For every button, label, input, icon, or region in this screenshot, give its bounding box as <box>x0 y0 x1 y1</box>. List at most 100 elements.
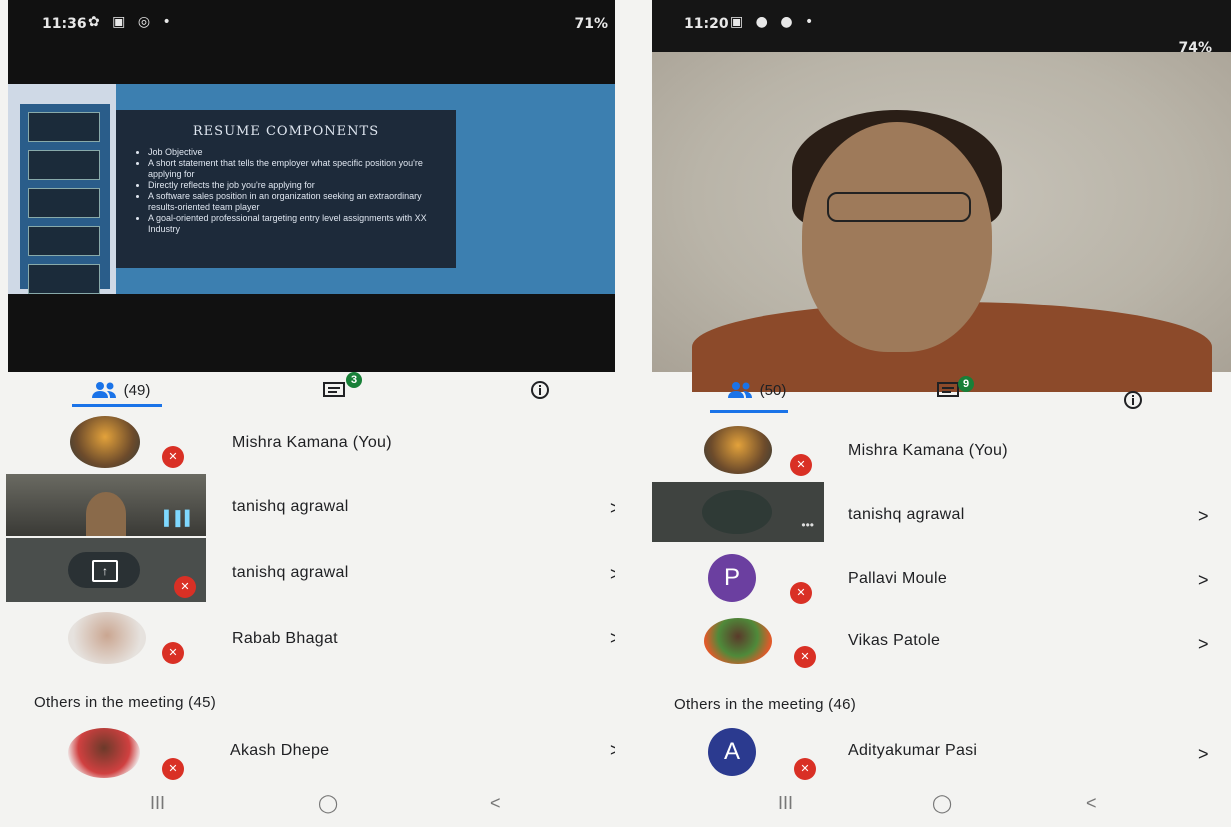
participant-name: Mishra Kamana (You) <box>232 434 392 451</box>
tab-people[interactable]: (49) <box>70 372 170 408</box>
avatar <box>68 728 140 778</box>
mic-off-icon: ✕ <box>162 446 184 468</box>
participant-row[interactable]: ✕ Mishra Kamana (You) <box>616 422 1231 486</box>
participant-row[interactable]: ✕ Vikas Patole > <box>616 614 1231 678</box>
audio-level-icon: ▍▌▍ <box>164 510 196 526</box>
participant-name: tanishq agrawal <box>848 506 965 523</box>
avatar <box>704 618 772 664</box>
presenting-tile: ↑ ✕ <box>6 538 206 602</box>
slide-bullet: Job Objective <box>148 147 446 158</box>
slide-bullet: A goal-oriented professional targeting e… <box>148 213 446 235</box>
avatar <box>704 426 772 474</box>
video-person-face <box>802 122 992 352</box>
chevron-right-icon: > <box>610 498 615 519</box>
system-nav-bar: III ◯ < <box>0 787 615 827</box>
participant-row[interactable]: P ✕ Pallavi Moule > <box>616 550 1231 614</box>
home-button[interactable]: ◯ <box>318 793 338 814</box>
mic-off-icon: ✕ <box>790 454 812 476</box>
participant-name: Akash Dhepe <box>230 742 330 759</box>
mic-off-icon: ✕ <box>794 758 816 780</box>
participant-row[interactable]: ✕ Rabab Bhagat > <box>0 606 615 670</box>
chat-unread-badge: 9 <box>958 376 974 392</box>
back-button[interactable]: < <box>1086 793 1097 814</box>
slide-bullet: Directly reflects the job you're applyin… <box>148 180 446 191</box>
chat-unread-badge: 3 <box>346 372 362 388</box>
status-time: 11:20 <box>684 16 729 32</box>
slide-bullet: A short statement that tells the employe… <box>148 158 446 180</box>
chevron-right-icon: > <box>1198 634 1209 654</box>
participant-row[interactable]: ✕ Akash Dhepe > <box>0 722 615 786</box>
slide-title: RESUME COMPONENTS <box>192 124 380 139</box>
tab-info[interactable] <box>1118 382 1148 418</box>
recents-button[interactable]: III <box>778 793 793 814</box>
participant-name: tanishq agrawal <box>232 498 349 515</box>
participant-name: tanishq agrawal <box>232 564 349 581</box>
others-section-header: Others in the meeting (46) <box>674 696 857 713</box>
participant-row[interactable]: ▍▌▍ tanishq agrawal > <box>0 474 615 538</box>
mic-off-icon: ✕ <box>162 758 184 780</box>
camera-stage: 11:20 ▣ ● ● • 74% <box>652 0 1231 392</box>
shared-screen[interactable]: RESUME COMPONENTS Job Objective A short … <box>8 84 615 294</box>
back-button[interactable]: < <box>490 793 501 814</box>
slide-thumbnails <box>20 104 110 294</box>
panel-tabs: (50) 9 <box>616 372 1231 413</box>
mic-off-icon: ✕ <box>174 576 196 598</box>
chevron-right-icon: > <box>610 564 615 585</box>
people-icon <box>91 382 116 398</box>
tab-chat[interactable]: 9 <box>924 372 974 408</box>
info-icon <box>1124 391 1142 409</box>
slide-thumbnail <box>28 112 100 142</box>
video-tile: ••• <box>652 482 824 542</box>
status-bar: 11:20 ▣ ● ● • 74% <box>652 0 1231 56</box>
participant-name: Vikas Patole <box>848 632 941 649</box>
people-count: (49) <box>123 381 151 399</box>
tab-chat[interactable]: 3 <box>310 372 362 408</box>
avatar: A <box>708 728 756 776</box>
participant-name: Adityakumar Pasi <box>848 742 978 759</box>
avatar <box>68 612 146 664</box>
tab-info[interactable] <box>525 372 555 408</box>
recents-button[interactable]: III <box>150 793 165 814</box>
participant-name: Mishra Kamana (You) <box>848 442 1008 459</box>
slide: RESUME COMPONENTS Job Objective A short … <box>116 110 456 268</box>
system-nav-bar: III ◯ < <box>616 787 1231 827</box>
chevron-right-icon: > <box>610 740 615 761</box>
slide-thumbnail <box>28 264 100 294</box>
people-count: (50) <box>759 381 787 399</box>
chevron-right-icon: > <box>1198 744 1209 764</box>
slide-thumbnail <box>28 150 100 180</box>
left-phone-screen: 11:36 ✿ ▣ ◎ • 71% RESUME COMPONENTS Job … <box>0 0 615 827</box>
present-screen-icon: ↑ <box>68 552 140 588</box>
video-tile: ▍▌▍ <box>6 474 206 536</box>
chevron-right-icon: > <box>1198 506 1209 526</box>
people-icon <box>727 382 752 398</box>
participant-video-main[interactable] <box>652 52 1231 392</box>
mic-off-icon: ✕ <box>794 646 816 668</box>
participant-row[interactable]: A ✕ Adityakumar Pasi > <box>616 726 1231 790</box>
slide-bullets: Job Objective A short statement that tel… <box>136 147 456 235</box>
status-icons: ▣ ● ● • <box>730 14 818 30</box>
right-phone-screen: 11:20 ▣ ● ● • 74% (50) 9 ✕ Mishra Kamana… <box>616 0 1231 827</box>
others-section-header: Others in the meeting (45) <box>34 694 217 711</box>
participant-row[interactable]: ••• tanishq agrawal > <box>616 480 1231 544</box>
home-button[interactable]: ◯ <box>932 793 952 814</box>
avatar <box>70 416 140 468</box>
mic-off-icon: ✕ <box>790 582 812 604</box>
slide-bullet: A software sales position in an organiza… <box>148 191 446 213</box>
tab-people[interactable]: (50) <box>706 372 806 408</box>
chevron-right-icon: > <box>610 628 615 649</box>
battery-level: 71% <box>574 16 608 32</box>
slide-thumbnail <box>28 226 100 256</box>
participant-row[interactable]: ↑ ✕ tanishq agrawal > <box>0 538 615 602</box>
active-tab-indicator <box>72 404 162 407</box>
more-options-icon[interactable]: ••• <box>801 518 814 532</box>
avatar: P <box>708 554 756 602</box>
avatar <box>702 490 772 534</box>
active-tab-indicator <box>710 410 788 413</box>
status-icons: ✿ ▣ ◎ • <box>88 14 175 30</box>
participant-row[interactable]: ✕ Mishra Kamana (You) <box>0 414 615 478</box>
info-icon <box>531 381 549 399</box>
presentation-stage: 11:36 ✿ ▣ ◎ • 71% RESUME COMPONENTS Job … <box>8 0 615 372</box>
chevron-right-icon: > <box>1198 570 1209 590</box>
status-time: 11:36 <box>42 16 87 32</box>
